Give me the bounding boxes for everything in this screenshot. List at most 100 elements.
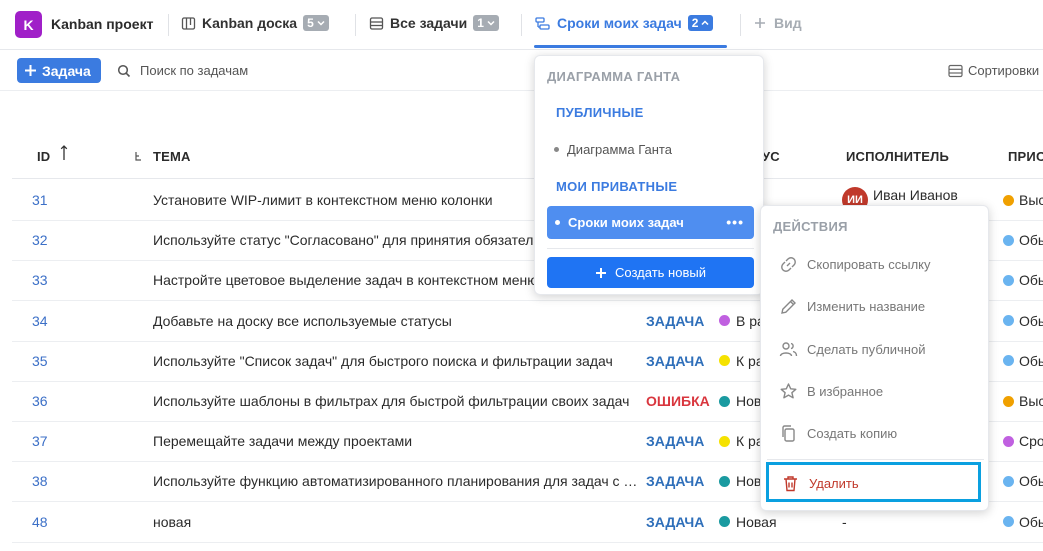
column-header-priority[interactable]: ПРИО	[1008, 149, 1043, 164]
add-task-button[interactable]: Задача	[17, 58, 101, 83]
divider	[740, 14, 741, 36]
column-header-status[interactable]: УС	[762, 149, 780, 164]
tab-count-badge[interactable]: 1	[473, 15, 499, 31]
task-title[interactable]: Используйте статус "Согласовано" для при…	[153, 232, 533, 248]
task-id[interactable]: 37	[32, 433, 48, 449]
private-views-header: МОИ ПРИВАТНЫЕ	[556, 179, 678, 194]
tab-count-badge[interactable]: 2	[687, 15, 714, 31]
task-id[interactable]: 35	[32, 353, 48, 369]
task-status[interactable]: Нов	[719, 393, 761, 409]
priority-dot-icon	[1003, 194, 1014, 206]
status-dot-icon	[719, 475, 730, 487]
priority-dot-icon	[1003, 516, 1014, 528]
chevron-down-icon	[317, 20, 325, 26]
task-priority[interactable]: Обы	[1003, 353, 1043, 369]
table-header: ID ТЕМА УС ИСПОЛНИТЕЛЬ ПРИО	[12, 138, 1043, 179]
task-status[interactable]: В ра	[719, 313, 765, 329]
task-title[interactable]: новая	[153, 514, 191, 530]
task-priority[interactable]: Обы	[1003, 473, 1043, 489]
task-status[interactable]: К ра	[719, 353, 764, 369]
search-icon	[117, 64, 131, 77]
add-view-label: Вид	[774, 15, 802, 31]
sort-label: Сортировки	[968, 63, 1040, 78]
trash-icon	[784, 476, 797, 492]
task-id[interactable]: 31	[32, 192, 48, 208]
task-title[interactable]: Используйте функцию автоматизированного …	[153, 473, 637, 489]
make-public-menu-item[interactable]: Сделать публичной	[779, 340, 925, 359]
task-type: ЗАДАЧА	[646, 473, 705, 490]
task-title[interactable]: Перемещайте задачи между проектами	[153, 433, 412, 449]
search-input[interactable]: Поиск по задачам	[117, 63, 248, 78]
divider	[547, 248, 754, 249]
more-options-icon[interactable]: •••	[726, 214, 744, 230]
column-header-title[interactable]: ТЕМА	[153, 149, 191, 164]
task-priority[interactable]: Выс	[1003, 393, 1043, 409]
view-item-gantt[interactable]: Диаграмма Ганта	[554, 142, 672, 157]
list-icon	[369, 16, 384, 30]
task-priority[interactable]: Выс	[1003, 192, 1043, 208]
pencil-icon	[781, 299, 796, 314]
bullet-icon	[554, 147, 559, 152]
task-priority[interactable]: Обы	[1003, 272, 1043, 288]
task-type: ЗАДАЧА	[646, 433, 705, 450]
copy-link-menu-item[interactable]: Скопировать ссылку	[779, 255, 931, 274]
favorite-menu-item[interactable]: В избранное	[779, 382, 883, 401]
sort-button[interactable]: Сортировки	[948, 63, 1039, 78]
task-type: ЗАДАЧА	[646, 352, 705, 369]
tab-all-tasks[interactable]: Все задачи 1	[369, 15, 499, 31]
task-id[interactable]: 33	[32, 272, 48, 288]
task-priority[interactable]: Сро	[1003, 433, 1043, 449]
task-priority[interactable]: Обы	[1003, 514, 1043, 530]
list-icon	[948, 64, 963, 77]
sort-ascending-icon	[60, 145, 68, 160]
divider	[767, 459, 984, 460]
task-priority[interactable]: Обы	[1003, 232, 1043, 248]
view-dropdown-menu: ДИАГРАММА ГАНТА ПУБЛИЧНЫЕ Диаграмма Гант…	[534, 55, 764, 295]
task-id[interactable]: 32	[32, 232, 48, 248]
project-name[interactable]: Kanban проект	[51, 16, 153, 32]
view-item-my-task-deadlines[interactable]: Сроки моих задач •••	[547, 206, 754, 239]
gantt-icon	[535, 16, 550, 30]
task-priority[interactable]: Обы	[1003, 313, 1043, 329]
task-status[interactable]: Нов	[719, 473, 761, 489]
view-item-label: Сроки моих задач	[568, 215, 684, 230]
hierarchy-icon[interactable]	[134, 151, 144, 165]
add-view-button[interactable]: Вид	[754, 15, 802, 31]
tab-count-badge[interactable]: 5	[303, 15, 329, 31]
toolbar: Задача Поиск по задачам Сортировки	[0, 50, 1043, 91]
rename-menu-item[interactable]: Изменить название	[779, 297, 925, 316]
tab-label: Kanban доска	[202, 15, 298, 31]
task-id[interactable]: 36	[32, 393, 48, 409]
plus-icon	[755, 18, 765, 28]
task-id[interactable]: 48	[32, 514, 48, 530]
priority-dot-icon	[1003, 475, 1014, 487]
actions-header: ДЕЙСТВИЯ	[773, 219, 848, 234]
create-view-button[interactable]: Создать новый	[547, 257, 754, 288]
status-dot-icon	[719, 516, 730, 528]
column-header-assignee[interactable]: ИСПОЛНИТЕЛЬ	[846, 149, 949, 164]
task-status[interactable]: Новая	[719, 514, 777, 530]
task-type: ЗАДАЧА	[646, 513, 705, 530]
tab-my-task-deadlines[interactable]: Сроки моих задач 2	[535, 15, 714, 31]
task-status[interactable]: К ра	[719, 433, 764, 449]
task-title[interactable]: Настройте цветовое выделение задач в кон…	[153, 272, 538, 288]
priority-dot-icon	[1003, 435, 1014, 447]
priority-dot-icon	[1003, 234, 1014, 246]
board-icon	[181, 16, 196, 30]
column-header-id[interactable]: ID	[37, 145, 68, 164]
project-avatar[interactable]: K	[15, 11, 42, 38]
task-title[interactable]: Установите WIP-лимит в контекстном меню …	[153, 192, 493, 208]
task-title[interactable]: Используйте "Список задач" для быстрого …	[153, 353, 613, 369]
plus-icon	[596, 267, 607, 278]
task-title[interactable]: Добавьте на доску все используемые стату…	[153, 313, 452, 329]
delete-menu-item[interactable]: Удалить	[781, 474, 859, 493]
top-navigation-bar: K Kanban проект Kanban доска 5 Все задач…	[0, 0, 1043, 50]
task-id[interactable]: 34	[32, 313, 48, 329]
task-id[interactable]: 38	[32, 473, 48, 489]
duplicate-menu-item[interactable]: Создать копию	[779, 424, 897, 443]
tab-kanban-board[interactable]: Kanban доска 5	[181, 15, 329, 31]
task-title[interactable]: Используйте шаблоны в фильтрах для быстр…	[153, 393, 629, 409]
task-assignee[interactable]: -	[842, 514, 847, 530]
active-tab-indicator	[534, 45, 727, 48]
status-dot-icon	[719, 315, 730, 327]
